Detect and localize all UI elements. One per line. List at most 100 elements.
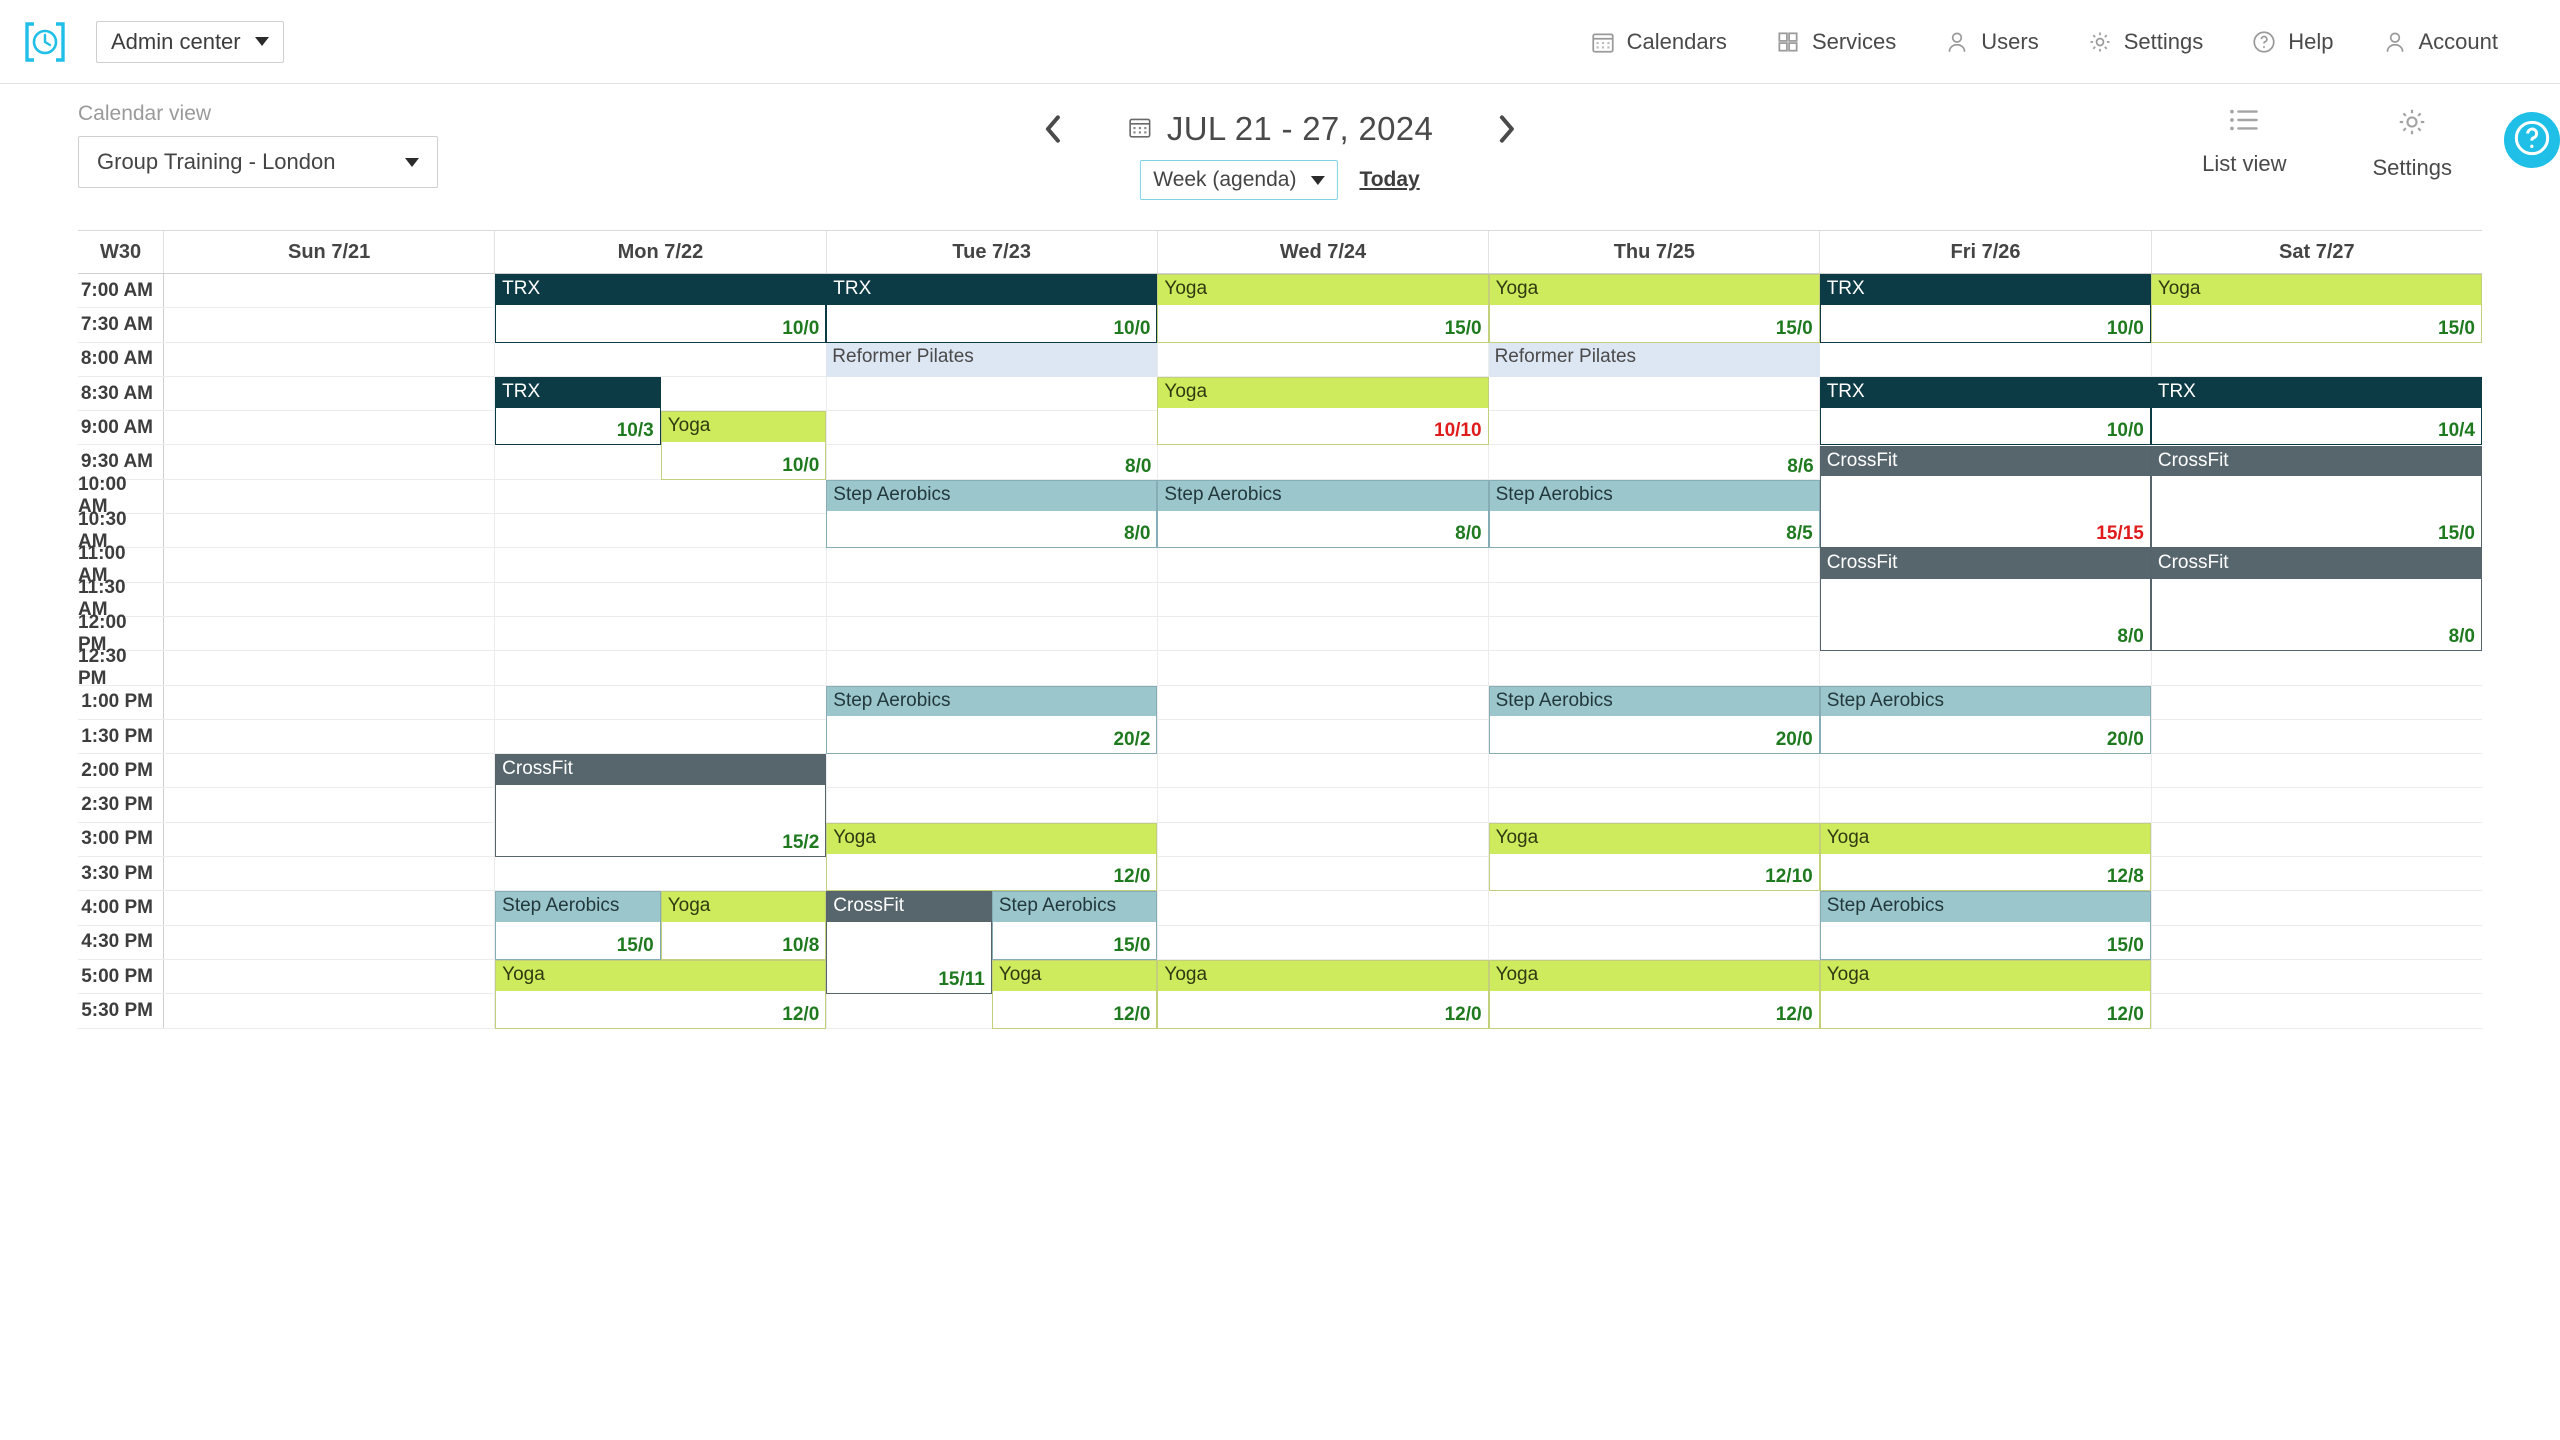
calendar-slot[interactable] [827, 548, 1158, 582]
day-header-sun[interactable]: Sun 7/21 [164, 231, 496, 273]
calendar-slot[interactable] [1158, 925, 1490, 959]
calendar-slot[interactable] [164, 994, 496, 1028]
calendar-slot[interactable] [827, 788, 1158, 822]
calendar-slot[interactable] [1158, 891, 1490, 925]
calendar-slot[interactable] [2152, 823, 2482, 856]
calendar-slot[interactable] [1158, 445, 1490, 479]
help-floating-button[interactable] [2504, 112, 2560, 168]
calendar-slot[interactable] [495, 514, 827, 548]
calendar-slot[interactable] [1820, 651, 2152, 685]
nav-item-users[interactable]: Users [1920, 0, 2062, 84]
calendar-event[interactable]: Yoga 10/10 [1157, 376, 1489, 446]
calendar-event[interactable]: Yoga 12/0 [1819, 960, 2151, 1029]
calendar-slot[interactable] [1489, 616, 1821, 651]
nav-item-services[interactable]: Services [1751, 0, 1920, 84]
calendar-event[interactable]: Reformer Pilates [826, 342, 1158, 377]
calendar-event[interactable]: Step Aerobics 15/0 [495, 891, 661, 960]
calendar-slot[interactable] [827, 616, 1158, 651]
calendar-slot[interactable] [164, 411, 496, 445]
calendar-slot[interactable] [1158, 822, 1490, 857]
calendar-slot[interactable] [1489, 754, 1821, 788]
calendar-event[interactable]: Yoga 15/0 [1157, 274, 1489, 343]
calendar-slot[interactable] [164, 274, 496, 308]
calendar-slot[interactable] [1489, 788, 1821, 822]
calendar-slot[interactable] [2152, 788, 2482, 821]
calendar-slot[interactable] [1158, 857, 1490, 891]
day-header-mon[interactable]: Mon 7/22 [495, 231, 827, 273]
calendar-slot[interactable] [827, 754, 1158, 788]
calendar-event[interactable]: Yoga 12/10 [1488, 822, 1820, 892]
calendar-slot[interactable] [2152, 720, 2482, 753]
calendar-slot[interactable] [1820, 754, 2152, 788]
calendar-event[interactable]: CrossFit 15/2 [495, 754, 827, 858]
calendar-event[interactable]: TRX 10/0 [826, 274, 1158, 343]
list-view-button[interactable]: List view [2202, 106, 2287, 177]
calendar-slot[interactable] [1489, 891, 1821, 925]
calendar-slot[interactable] [495, 651, 827, 685]
calendar-slot[interactable] [495, 616, 827, 651]
next-week-button[interactable] [1479, 104, 1535, 154]
calendar-event[interactable]: Step Aerobics 8/0 [826, 479, 1158, 549]
calendar-slot[interactable] [164, 445, 496, 479]
day-header-sat[interactable]: Sat 7/27 [2152, 231, 2482, 273]
calendar-slot[interactable] [164, 959, 496, 994]
calendar-slot[interactable] [2152, 891, 2482, 924]
nav-item-help[interactable]: Help [2227, 0, 2357, 84]
calendar-event-capacity-block[interactable]: 8/0 [826, 377, 1157, 480]
nav-item-settings[interactable]: Settings [2063, 0, 2228, 84]
nav-item-calendars[interactable]: Calendars [1566, 0, 1751, 84]
calendar-slot[interactable] [1820, 788, 2152, 822]
calendar-slot[interactable] [1158, 685, 1490, 719]
calendar-slot[interactable] [1158, 582, 1490, 616]
calendar-event[interactable]: Step Aerobics 20/0 [1488, 685, 1820, 755]
calendar-slot[interactable] [495, 685, 827, 719]
calendar-slot[interactable] [495, 548, 827, 582]
calendar-slot[interactable] [1489, 651, 1821, 685]
calendar-slot[interactable] [495, 719, 827, 754]
admin-center-dropdown[interactable]: Admin center [96, 20, 284, 63]
day-header-thu[interactable]: Thu 7/25 [1489, 231, 1821, 273]
calendar-slot[interactable] [164, 925, 496, 959]
calendar-slot[interactable] [164, 342, 496, 376]
calendar-event[interactable]: Step Aerobics 15/0 [1819, 891, 2151, 960]
calendar-slot[interactable] [2152, 857, 2482, 890]
calendar-slot[interactable] [1158, 616, 1490, 651]
calendar-event[interactable]: CrossFit 8/0 [1819, 548, 2151, 652]
calendar-slot[interactable] [1158, 788, 1490, 822]
calendar-event[interactable]: Step Aerobics 15/0 [991, 891, 1158, 960]
calendar-slot[interactable] [1158, 342, 1490, 376]
calendar-slot[interactable] [495, 857, 827, 891]
calendar-event[interactable]: TRX 10/4 [2150, 376, 2482, 446]
calendar-slot[interactable] [164, 479, 496, 514]
calendar-event[interactable]: Yoga 15/0 [2150, 274, 2482, 343]
calendar-slot[interactable] [2152, 343, 2482, 376]
calendar-event[interactable]: Yoga 10/0 [660, 411, 827, 480]
calendar-slot[interactable] [164, 651, 496, 685]
calendar-slot[interactable] [1158, 651, 1490, 685]
calendar-event[interactable]: CrossFit 15/0 [2150, 445, 2482, 549]
calendar-slot[interactable] [164, 788, 496, 822]
calendar-slot[interactable] [1820, 342, 2152, 376]
calendar-slot[interactable] [495, 479, 827, 514]
calendar-event[interactable]: Reformer Pilates [1488, 342, 1820, 377]
calendar-slot[interactable] [2152, 651, 2482, 684]
calendar-event[interactable]: Step Aerobics 8/5 [1488, 479, 1820, 549]
calendar-settings-button[interactable]: Settings [2373, 106, 2452, 181]
calendar-event[interactable]: CrossFit 15/15 [1819, 445, 2151, 549]
day-header-fri[interactable]: Fri 7/26 [1820, 231, 2152, 273]
calendar-event[interactable]: Yoga 12/0 [1488, 960, 1820, 1029]
calendar-slot[interactable] [164, 685, 496, 719]
calendar-event[interactable]: Yoga 12/0 [495, 960, 827, 1029]
day-header-wed[interactable]: Wed 7/24 [1158, 231, 1490, 273]
calendar-slot[interactable] [1489, 548, 1821, 582]
calendar-slot[interactable] [495, 582, 827, 616]
calendar-event[interactable]: CrossFit 8/0 [2150, 548, 2482, 652]
calendar-slot[interactable] [164, 719, 496, 754]
calendar-slot[interactable] [1489, 925, 1821, 959]
calendar-slot[interactable] [164, 857, 496, 891]
calendar-slot[interactable] [827, 582, 1158, 616]
calendar-slot[interactable] [164, 308, 496, 342]
calendar-event[interactable]: Yoga 12/0 [826, 822, 1158, 892]
calendar-slot[interactable] [1158, 548, 1490, 582]
calendar-event-capacity-block[interactable]: 8/6 [1489, 377, 1820, 480]
